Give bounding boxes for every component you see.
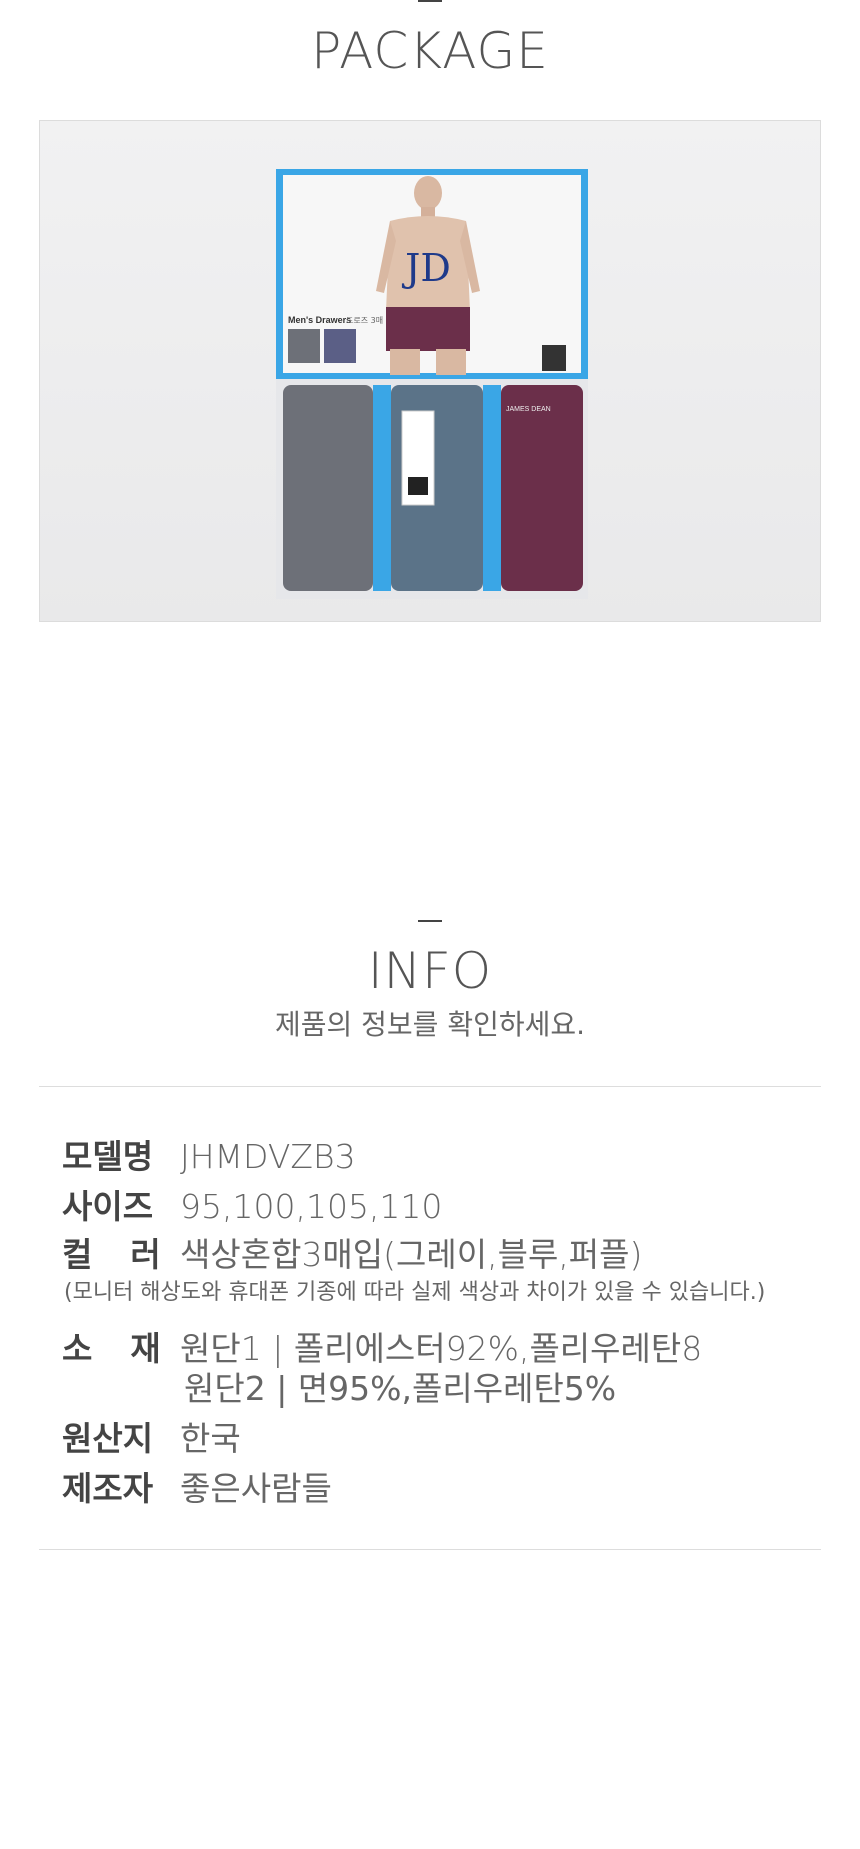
package-photo: JD Men's Drawers 드로즈 3매 JAMES DEAN (39, 120, 821, 622)
box-badge (542, 345, 566, 371)
section-dash-package (418, 0, 442, 2)
drawer-purple (501, 385, 583, 591)
box-label: Men's Drawers (288, 315, 351, 325)
info-label: 컬러 (62, 1235, 199, 1274)
brand-tag: JAMES DEAN (506, 406, 551, 413)
info-label: 소재 (62, 1329, 199, 1368)
info-title: INFO (367, 942, 493, 1000)
info-value: JHMDVZB3 (180, 1137, 356, 1176)
info-value: 색상혼합3매입(그레이,블루,퍼플) (180, 1235, 643, 1274)
info-label: 제조자 (62, 1469, 154, 1508)
swatch-gray (288, 329, 320, 363)
tray-divider-left (373, 385, 391, 591)
package-illustration: JD Men's Drawers 드로즈 3매 JAMES DEAN (276, 169, 588, 599)
color-note: (모니터 해상도와 휴대폰 기종에 따라 실제 색상과 차이가 있을 수 있습니… (64, 1280, 766, 1305)
info-row-color: 컬러색상혼합3매입(그레이,블루,퍼플) (62, 1228, 642, 1276)
info-value: 한국 (180, 1419, 241, 1458)
info-row-origin: 원산지 한국 (62, 1412, 241, 1460)
info-subtitle: 제품의 정보를 확인하세요. (274, 1008, 586, 1041)
tray-divider-right (483, 385, 501, 591)
info-label: 원산지 (62, 1419, 154, 1458)
swatch-blue (324, 329, 356, 363)
info-value: 좋은사람들 (180, 1469, 332, 1508)
drawer-gray (283, 385, 373, 591)
info-label: 모델명 (62, 1137, 154, 1176)
box-sublabel: 드로즈 3매 (346, 316, 383, 325)
info-top-divider (39, 1086, 821, 1087)
info-row-size: 사이즈 95,100,105,110 (62, 1180, 442, 1228)
material-line2: 원단2 | 면95%,폴리우레탄5% (184, 1369, 617, 1408)
box-logo: JD (401, 246, 451, 290)
section-dash-info (418, 920, 442, 922)
package-title: PACKAGE (311, 22, 549, 80)
info-value: 95,100,105,110 (180, 1187, 443, 1226)
info-row-model: 모델명 JHMDVZB3 (62, 1130, 356, 1178)
info-row-maker: 제조자 좋은사람들 (62, 1462, 332, 1510)
barcode (408, 477, 428, 495)
info-bottom-divider (39, 1549, 821, 1550)
info-label: 사이즈 (62, 1187, 154, 1226)
